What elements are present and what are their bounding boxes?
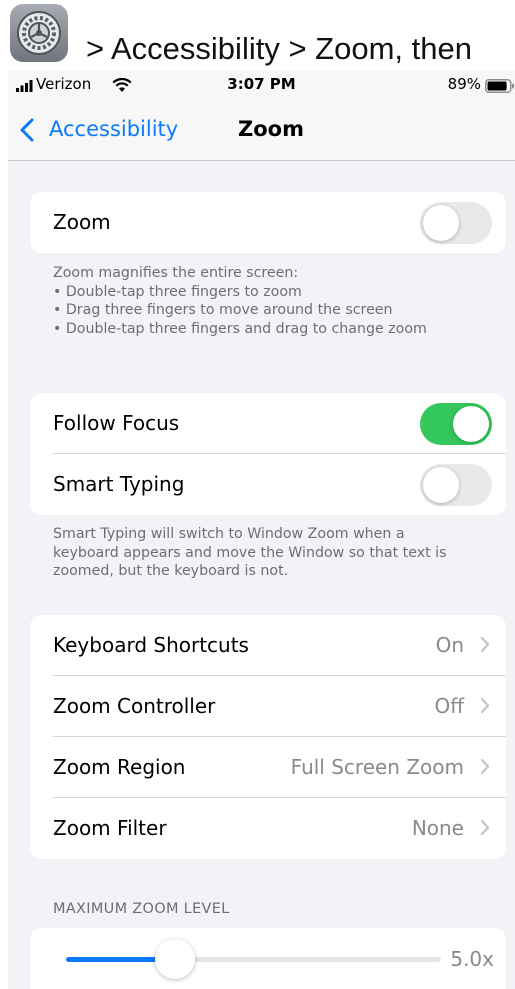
slider-thumb[interactable]: [154, 939, 195, 979]
smart-typing-description: Smart Typing will switch to Window Zoom …: [53, 525, 493, 581]
max-zoom-value: 5.0x: [450, 947, 494, 971]
follow-focus-toggle[interactable]: [420, 403, 492, 445]
zoom-description-line: Zoom magnifies the entire screen:: [53, 265, 299, 281]
max-zoom-slider[interactable]: [66, 957, 441, 962]
follow-focus-label: Follow Focus: [53, 411, 180, 435]
smart-typing-label: Smart Typing: [53, 472, 185, 496]
zoom-controller-row[interactable]: Zoom Controller Off: [30, 676, 506, 737]
smart-typing-description-line: keyboard appears and move the Window so …: [53, 544, 447, 561]
smart-typing-description-line: zoomed, but the keyboard is not.: [53, 563, 289, 579]
instruction-banner: > Accessibility > Zoom, then: [0, 0, 515, 70]
toggle-knob: [423, 205, 459, 241]
chevron-right-icon: [480, 636, 490, 653]
follow-focus-row[interactable]: Follow Focus: [30, 393, 506, 454]
battery-level-fill: [487, 81, 507, 91]
zoom-controller-value: Off: [434, 694, 464, 718]
toggle-knob: [453, 406, 489, 442]
zoom-filter-label: Zoom Filter: [53, 816, 167, 840]
page-title: Zoom: [238, 117, 304, 141]
zoom-region-row[interactable]: Zoom Region Full Screen Zoom: [30, 737, 506, 798]
keyboard-shortcuts-label: Keyboard Shortcuts: [53, 633, 249, 657]
smart-typing-row[interactable]: Smart Typing: [30, 454, 506, 515]
chevron-right-icon: [480, 758, 490, 775]
zoom-description: Zoom magnifies the entire screen: • Doub…: [53, 264, 493, 338]
max-zoom-section-header: MAXIMUM ZOOM LEVEL: [53, 901, 230, 917]
zoom-toggle-group: Zoom: [30, 192, 506, 253]
navigation-bar: Accessibility Zoom: [8, 104, 515, 161]
zoom-description-line: • Double-tap three fingers and drag to c…: [53, 320, 427, 337]
zoom-filter-row[interactable]: Zoom Filter None: [30, 798, 506, 859]
back-chevron-icon[interactable]: [19, 117, 35, 143]
zoom-description-line: • Drag three fingers to move around the …: [53, 302, 393, 318]
keyboard-shortcuts-value: On: [435, 633, 464, 657]
max-zoom-slider-group: 5.0x: [30, 928, 506, 989]
zoom-row[interactable]: Zoom: [30, 192, 506, 253]
settings-gear-icon: [10, 4, 68, 62]
zoom-label: Zoom: [53, 210, 111, 234]
focus-group: Follow Focus Smart Typing: [30, 393, 506, 515]
keyboard-shortcuts-row[interactable]: Keyboard Shortcuts On: [30, 615, 506, 676]
chevron-right-icon: [480, 697, 490, 714]
chevron-right-icon: [480, 819, 490, 836]
smart-typing-toggle[interactable]: [420, 464, 492, 506]
zoom-controller-label: Zoom Controller: [53, 694, 216, 718]
battery-icon: [485, 79, 514, 93]
zoom-filter-value: None: [411, 816, 464, 840]
zoom-options-group: Keyboard Shortcuts On Zoom Controller Of…: [30, 615, 506, 859]
zoom-region-label: Zoom Region: [53, 755, 186, 779]
status-bar: Verizon 3:07 PM 89%: [8, 70, 515, 104]
zoom-toggle[interactable]: [420, 202, 492, 244]
back-button[interactable]: Accessibility: [49, 117, 178, 141]
status-time: 3:07 PM: [227, 75, 296, 93]
smart-typing-description-line: Smart Typing will switch to Window Zoom …: [53, 526, 405, 542]
toggle-knob: [423, 467, 459, 503]
zoom-description-line: • Double-tap three fingers to zoom: [53, 283, 302, 300]
battery-percentage: 89%: [447, 75, 481, 93]
instruction-text: > Accessibility > Zoom, then: [86, 31, 472, 66]
zoom-region-value: Full Screen Zoom: [290, 755, 464, 779]
phone-screen: Verizon 3:07 PM 89% Accessibility Zoom Z…: [8, 70, 515, 989]
